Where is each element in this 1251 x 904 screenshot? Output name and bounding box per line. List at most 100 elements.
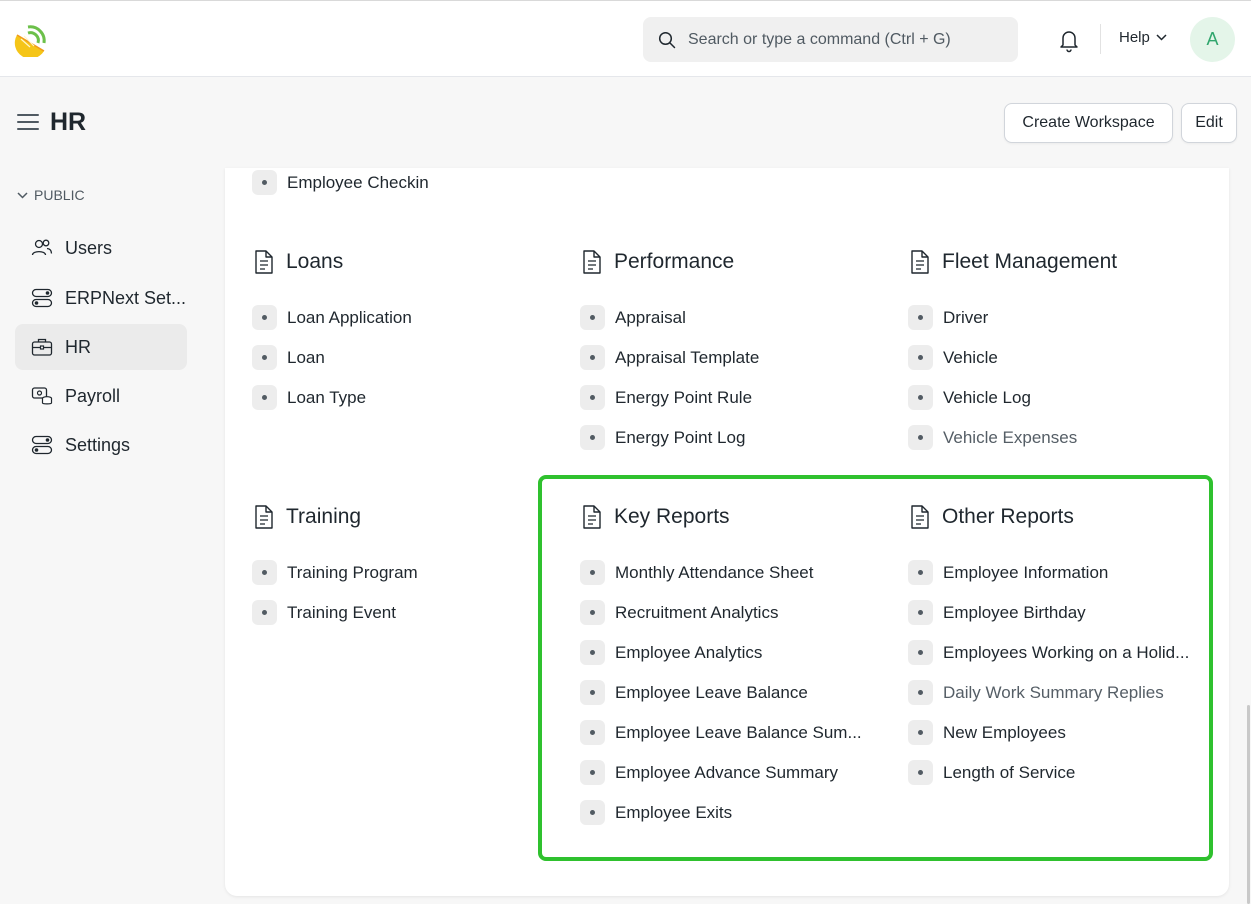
section-title: Other Reports [942,505,1074,528]
document-icon [255,505,273,529]
search-input[interactable] [688,30,998,49]
link-item[interactable]: Employees Working on a Holid... [908,640,1189,665]
sidebar-section-public[interactable]: PUBLIC [17,187,85,203]
link-item[interactable]: Employee Information [908,560,1108,585]
bullet-icon [252,600,277,625]
link-item[interactable]: Driver [908,305,988,330]
section-fleet-management: Fleet Management [908,249,1117,275]
bullet-icon [580,800,605,825]
document-icon [583,250,601,274]
document-icon [583,505,601,529]
sidebar-item-label: ERPNext Set... [65,287,187,308]
link-item[interactable]: New Employees [908,720,1066,745]
bullet-icon [908,640,933,665]
link-item[interactable]: Employee Leave Balance Sum... [580,720,862,745]
section-title: Fleet Management [942,250,1118,273]
link-item[interactable]: Vehicle Expenses [908,425,1077,450]
link-item[interactable]: Employee Leave Balance [580,680,808,705]
bullet-icon [908,680,933,705]
document-icon [911,250,929,274]
bullet-icon [580,385,605,410]
link-item[interactable]: Energy Point Rule [580,385,752,410]
bullet-icon [580,600,605,625]
bullet-icon [580,760,605,785]
bullet-icon [580,680,605,705]
money-icon [31,387,53,405]
section-performance: Performance [580,249,734,275]
link-item[interactable]: Training Event [252,600,396,625]
sidebar-item-label: Payroll [65,385,121,406]
link-item[interactable]: Recruitment Analytics [580,600,778,625]
help-dropdown[interactable]: Help [1119,29,1167,46]
workspace-card: Employee Checkin Loans Loan Application … [225,168,1229,896]
bullet-icon [908,560,933,585]
link-item[interactable]: Vehicle [908,345,998,370]
sidebar-item-users[interactable]: Users [15,225,187,271]
link-item[interactable]: Energy Point Log [580,425,745,450]
chevron-down-icon [1156,34,1167,41]
sidebar-item-label: Users [65,237,113,258]
notification-bell-icon[interactable] [1057,27,1081,53]
bullet-icon [580,720,605,745]
section-other-reports: Other Reports [908,504,1074,530]
link-item[interactable]: Daily Work Summary Replies [908,680,1164,705]
navbar: Help A [0,0,1251,77]
bullet-icon [908,425,933,450]
sidebar-section-label: PUBLIC [34,187,85,203]
section-title: Loans [286,250,344,273]
link-item[interactable]: Training Program [252,560,418,585]
link-item[interactable]: Monthly Attendance Sheet [580,560,813,585]
link-employee-checkin[interactable]: Employee Checkin [252,170,429,195]
sidebar-item-payroll[interactable]: Payroll [15,373,187,419]
bullet-icon [580,345,605,370]
bullet-icon [908,345,933,370]
link-item[interactable]: Employee Analytics [580,640,762,665]
link-item[interactable]: Employee Birthday [908,600,1086,625]
user-avatar[interactable]: A [1190,17,1235,62]
link-item[interactable]: Vehicle Log [908,385,1031,410]
edit-button[interactable]: Edit [1181,103,1237,143]
toggle-settings-icon [31,435,53,455]
sidebar-item-label: Settings [65,434,131,455]
link-item[interactable]: Loan Type [252,385,366,410]
bullet-icon [252,305,277,330]
link-item[interactable]: Employee Exits [580,800,732,825]
bullet-icon [580,640,605,665]
document-icon [255,250,273,274]
sidebar-item-hr[interactable]: HR [15,324,187,370]
link-item[interactable]: Appraisal [580,305,686,330]
bullet-icon [908,760,933,785]
link-item[interactable]: Appraisal Template [580,345,759,370]
bullet-icon [908,385,933,410]
search-bar[interactable] [643,17,1018,62]
section-training: Training [252,504,361,530]
link-item[interactable]: Length of Service [908,760,1075,785]
bullet-icon [252,345,277,370]
chevron-down-icon [17,191,28,199]
bullet-icon [580,305,605,330]
bullet-icon [252,385,277,410]
section-key-reports: Key Reports [580,504,730,530]
toggle-settings-icon [31,288,53,308]
bullet-icon [580,560,605,585]
search-icon [658,31,676,48]
sidebar-item-settings[interactable]: Settings [15,422,187,468]
section-loans: Loans [252,249,343,275]
document-icon [911,505,929,529]
help-label: Help [1119,29,1150,46]
section-title: Performance [614,250,735,273]
page-scrollbar[interactable] [1247,705,1250,904]
link-item[interactable]: Loan Application [252,305,412,330]
app-logo-icon[interactable] [14,23,48,57]
link-item[interactable]: Loan [252,345,325,370]
bullet-icon [580,425,605,450]
sidebar-item-erpnext-settings[interactable]: ERPNext Set... [15,275,187,321]
bullet-icon [908,600,933,625]
link-item[interactable]: Employee Advance Summary [580,760,838,785]
sidebar-toggle-icon[interactable] [17,112,39,132]
bullet-icon [908,305,933,330]
create-workspace-button[interactable]: Create Workspace [1004,103,1173,143]
bullet-icon [252,560,277,585]
sidebar-item-label: HR [65,336,91,357]
page-title: HR [50,108,87,136]
